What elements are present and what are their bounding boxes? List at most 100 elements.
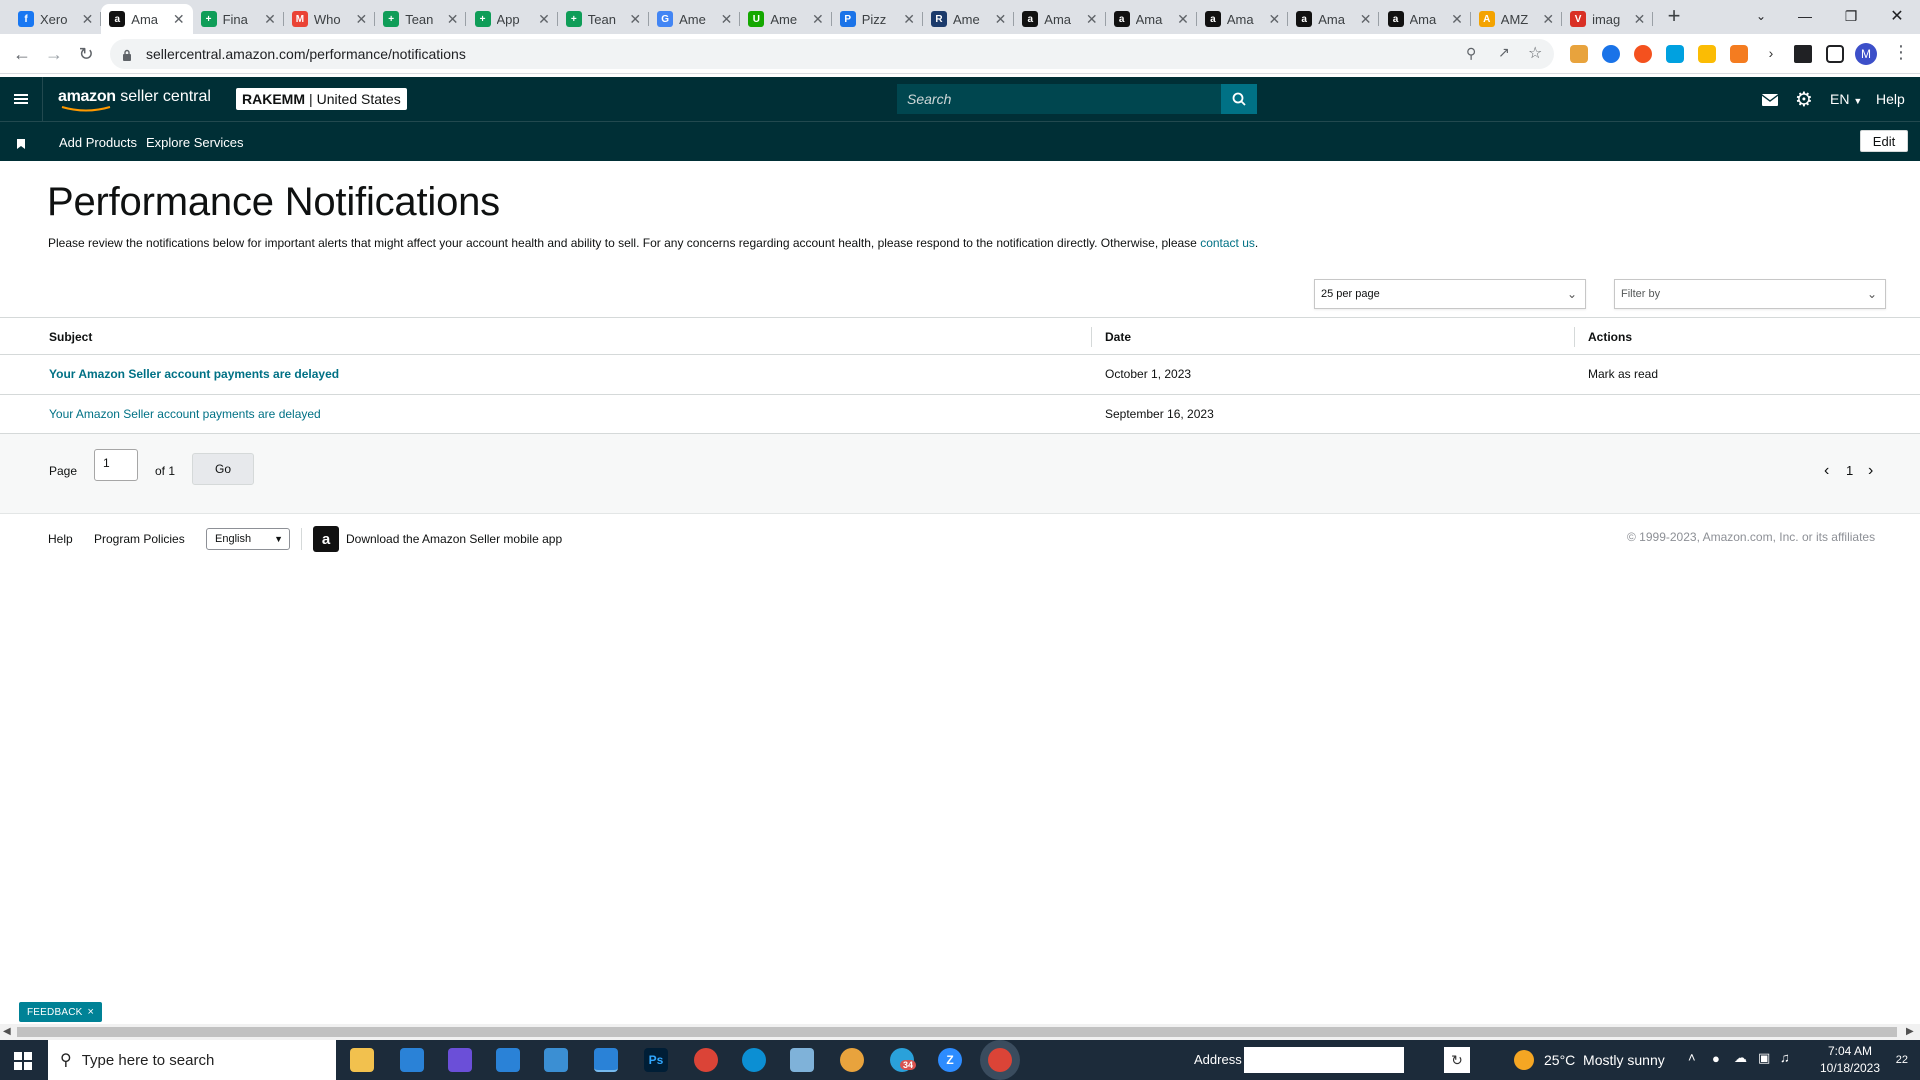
extension-icon[interactable]	[1570, 45, 1588, 63]
column-header-date[interactable]: Date	[1105, 330, 1131, 344]
app-icon[interactable]	[790, 1048, 814, 1072]
seller-central-logo[interactable]: amazon seller central	[58, 88, 211, 112]
previous-page-icon[interactable]: ‹	[1824, 462, 1829, 480]
share-icon[interactable]: ↗	[1498, 44, 1510, 61]
edit-subnav-button[interactable]: Edit	[1860, 130, 1908, 152]
chrome-icon[interactable]	[694, 1048, 718, 1072]
back-icon[interactable]: ←	[10, 42, 34, 66]
footer-help-link[interactable]: Help	[48, 532, 73, 546]
browser-tab[interactable]: A AMZ ✕	[1471, 4, 1563, 34]
address-refresh-icon[interactable]: ↻	[1444, 1047, 1470, 1073]
browser-tab[interactable]: + App ✕	[467, 4, 559, 34]
per-page-select[interactable]: 25 per page ⌄	[1314, 279, 1586, 309]
weather-text[interactable]: 25°C Mostly sunny	[1544, 1052, 1665, 1068]
address-bar[interactable]: sellercentral.amazon.com/performance/not…	[110, 39, 1554, 69]
minimize-icon[interactable]: —	[1782, 0, 1828, 32]
notification-subject-link[interactable]: Your Amazon Seller account payments are …	[49, 407, 321, 421]
browser-menu-icon[interactable]: ⋮	[1892, 42, 1910, 63]
side-panel-icon[interactable]	[1826, 45, 1844, 63]
subnav-add-products[interactable]: Add Products	[59, 135, 137, 150]
close-tab-icon[interactable]: ✕	[173, 11, 185, 28]
hamburger-menu-icon[interactable]	[14, 92, 28, 106]
extension-icon[interactable]	[1602, 45, 1620, 63]
language-selector[interactable]: EN ▼	[1830, 91, 1862, 107]
clock-time[interactable]: 7:04 AM	[1818, 1044, 1882, 1058]
maximize-icon[interactable]: ❐	[1828, 0, 1874, 32]
browser-tab[interactable]: R Ame ✕	[923, 4, 1015, 34]
close-tab-icon[interactable]: ✕	[264, 11, 276, 28]
page-number-input[interactable]: 1	[94, 449, 138, 481]
mail-app-icon[interactable]	[400, 1048, 424, 1072]
onedrive-cloud-icon[interactable]: ☁	[1734, 1050, 1747, 1066]
network-icon[interactable]: ▣	[1758, 1050, 1770, 1066]
close-tab-icon[interactable]: ✕	[538, 11, 550, 28]
tab-search-icon[interactable]: ⌄	[1738, 0, 1784, 32]
mail-icon[interactable]	[1761, 93, 1779, 111]
browser-tab[interactable]: f Xero ✕	[10, 4, 102, 34]
browser-tab[interactable]: Vimag ✕	[1562, 4, 1654, 34]
footer-program-policies-link[interactable]: Program Policies	[94, 532, 185, 546]
extension-icon[interactable]	[1666, 45, 1684, 63]
contact-us-link[interactable]: contact us	[1200, 236, 1255, 250]
browser-tab[interactable]: a Ama ✕	[101, 4, 193, 34]
app-icon[interactable]	[448, 1048, 472, 1072]
account-switcher[interactable]: RAKEMM | United States	[236, 88, 407, 110]
puzzle-extensions-icon[interactable]	[1794, 45, 1812, 63]
close-tab-icon[interactable]: ✕	[903, 11, 915, 28]
clock-date[interactable]: 10/18/2023	[1812, 1061, 1888, 1075]
download-app-link[interactable]: Download the Amazon Seller mobile app	[346, 532, 562, 546]
bookmark-star-icon[interactable]: ☆	[1528, 43, 1542, 63]
store-icon[interactable]	[496, 1048, 520, 1072]
close-tab-icon[interactable]: ✕	[812, 11, 824, 28]
browser-tab[interactable]: a Ama ✕	[1380, 4, 1472, 34]
search-input[interactable]: Search	[897, 84, 1221, 114]
extension-icon[interactable]: ›	[1762, 45, 1780, 63]
calculator-icon[interactable]	[594, 1048, 618, 1072]
browser-tab[interactable]: G Ame ✕	[649, 4, 741, 34]
close-tab-icon[interactable]: ✕	[1451, 11, 1463, 28]
chrome-profile-icon[interactable]	[988, 1048, 1012, 1072]
show-hidden-icons-icon[interactable]: ˄	[1688, 1050, 1696, 1065]
close-window-icon[interactable]: ✕	[1874, 0, 1920, 32]
browser-tab[interactable]: + Tean ✕	[558, 4, 650, 34]
settings-gear-icon[interactable]: ⚙	[1795, 87, 1813, 112]
browser-tab[interactable]: + Tean ✕	[375, 4, 467, 34]
notification-subject-link[interactable]: Your Amazon Seller account payments are …	[49, 367, 339, 381]
column-header-subject[interactable]: Subject	[49, 330, 92, 344]
search-button[interactable]	[1221, 84, 1257, 114]
browser-tab[interactable]: a Ama ✕	[1288, 4, 1380, 34]
close-tab-icon[interactable]: ✕	[1177, 11, 1189, 28]
bookmark-icon[interactable]	[17, 136, 25, 154]
browser-tab[interactable]: a Ama ✕	[1106, 4, 1198, 34]
browser-tab[interactable]: a Ama ✕	[1014, 4, 1106, 34]
browser-tab[interactable]: P Pizz ✕	[832, 4, 924, 34]
close-tab-icon[interactable]: ✕	[1268, 11, 1280, 28]
extension-icon[interactable]	[1634, 45, 1652, 63]
app-icon[interactable]	[840, 1048, 864, 1072]
new-tab-button[interactable]: +	[1662, 3, 1686, 28]
next-page-icon[interactable]: ›	[1868, 462, 1873, 480]
weather-icon[interactable]	[1514, 1050, 1534, 1070]
notification-center-icon[interactable]: 22	[1880, 1050, 1908, 1070]
zoom-icon[interactable]: ⚲	[1466, 45, 1476, 62]
photoshop-icon[interactable]: Ps	[644, 1048, 668, 1072]
browser-tab[interactable]: M Who ✕	[284, 4, 376, 34]
filter-by-select[interactable]: Filter by ⌄	[1614, 279, 1886, 309]
extension-icon[interactable]	[1698, 45, 1716, 63]
app-icon[interactable]	[544, 1048, 568, 1072]
browser-tab[interactable]: + Fina ✕	[193, 4, 285, 34]
close-tab-icon[interactable]: ✕	[629, 11, 641, 28]
scroll-right-arrow[interactable]: ▶	[1906, 1026, 1914, 1037]
scroll-left-arrow[interactable]: ◀	[3, 1026, 11, 1037]
close-tab-icon[interactable]: ✕	[1086, 11, 1098, 28]
feedback-button[interactable]: FEEDBACK ×	[19, 1002, 103, 1022]
forward-icon[interactable]: →	[42, 42, 66, 66]
close-tab-icon[interactable]: ✕	[1542, 11, 1554, 28]
mark-as-read-link[interactable]: Mark as read	[1588, 367, 1658, 381]
go-button[interactable]: Go	[192, 453, 254, 485]
close-tab-icon[interactable]: ✕	[995, 11, 1007, 28]
close-tab-icon[interactable]: ✕	[82, 11, 94, 28]
close-tab-icon[interactable]: ✕	[1360, 11, 1372, 28]
address-toolbar-input[interactable]	[1244, 1047, 1404, 1073]
scrollbar-thumb[interactable]	[17, 1027, 1897, 1037]
